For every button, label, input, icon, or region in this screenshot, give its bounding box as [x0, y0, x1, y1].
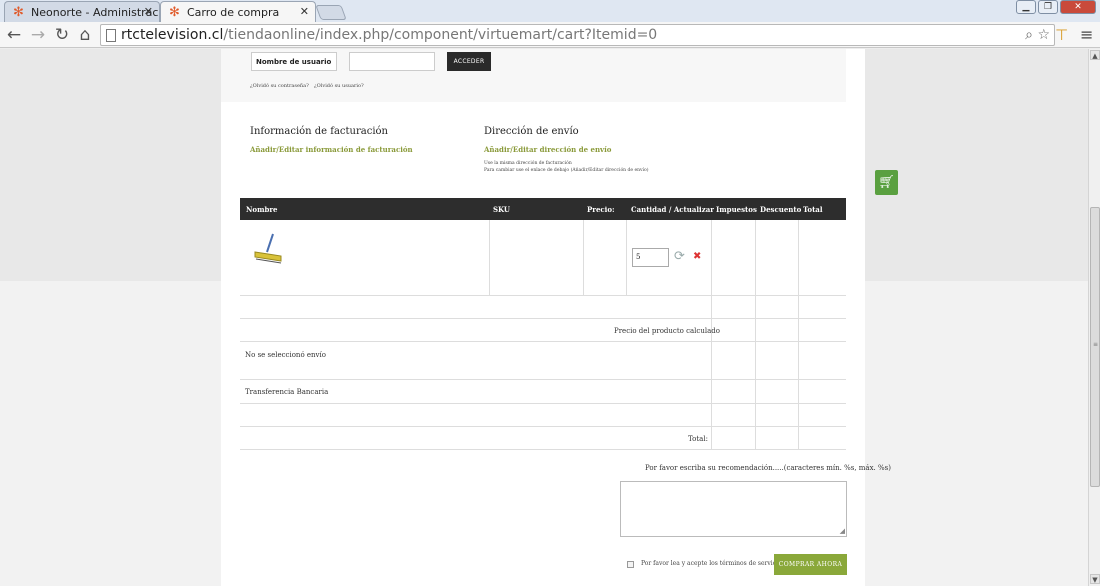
joomla-icon: ✻: [169, 5, 180, 20]
page-scrollbar[interactable]: ▲ ≡ ▼: [1088, 49, 1100, 586]
menu-icon[interactable]: ≡: [1080, 25, 1093, 44]
grid-line: [798, 220, 799, 450]
url-text[interactable]: rtctelevision.cl/tiendaonline/index.php/…: [121, 27, 657, 43]
bookmark-star-icon[interactable]: ☆: [1037, 27, 1050, 43]
browser-tab-cart[interactable]: ✻ Carro de compra ✕: [160, 1, 316, 22]
remove-item-icon[interactable]: ✖: [693, 251, 701, 262]
cart-content: Nombre de usuario ACCEDER ¿Olvidó su con…: [221, 49, 891, 586]
extension-icon[interactable]: ⊤: [1055, 26, 1068, 44]
shipping-title: Dirección de envío: [484, 126, 579, 137]
back-icon[interactable]: ←: [4, 25, 24, 45]
th-name: Nombre: [246, 205, 278, 214]
resize-grip-icon[interactable]: ◢: [840, 527, 845, 535]
comment-textarea[interactable]: ◢: [620, 481, 847, 537]
shipping-note-1: Use la misma dirección de facturación: [484, 161, 572, 166]
grid-line: [240, 403, 846, 404]
new-tab-button[interactable]: [315, 5, 347, 20]
close-icon[interactable]: ✕: [300, 5, 309, 18]
forward-icon[interactable]: →: [28, 25, 48, 45]
login-button[interactable]: ACCEDER: [447, 52, 491, 71]
billing-edit-link[interactable]: Añadir/Editar información de facturación: [250, 145, 413, 154]
th-sku: SKU: [493, 205, 510, 214]
grid-line: [755, 220, 756, 450]
grid-line: [240, 379, 846, 380]
grid-line: [583, 220, 584, 296]
window-close-icon[interactable]: ✕: [1060, 0, 1096, 14]
shipping-method-text: No se seleccionó envío: [245, 351, 326, 359]
shipping-edit-link[interactable]: Añadir/Editar dirección de envío: [484, 145, 611, 154]
scroll-down-icon[interactable]: ▼: [1090, 574, 1100, 584]
minimize-icon[interactable]: ▁: [1016, 0, 1036, 14]
url-host: rtctelevision.cl: [121, 27, 224, 43]
close-icon[interactable]: ✕: [144, 5, 153, 18]
grid-line: [711, 220, 712, 450]
tab-title: Carro de compra: [187, 6, 280, 19]
shopping-cart-icon[interactable]: 🛒︎: [875, 170, 898, 195]
grid-line: [240, 341, 846, 342]
th-discount: Descuento: [760, 205, 802, 214]
product-price-label: Precio del producto calculado: [614, 327, 720, 335]
window-controls: ▁ ❐ ✕: [1016, 0, 1096, 16]
reload-icon[interactable]: ↻: [52, 25, 72, 45]
grid-line: [626, 220, 627, 296]
payment-method-text: Transferencia Bancaria: [245, 388, 329, 396]
url-actions: ⌕ ☆: [1025, 27, 1050, 43]
product-broom-image[interactable]: [251, 232, 291, 264]
tos-checkbox[interactable]: [627, 561, 634, 568]
joomla-icon: ✻: [13, 5, 24, 20]
home-icon[interactable]: ⌂: [75, 25, 95, 45]
grid-line: [240, 295, 846, 296]
browser-toolbar: ← → ↻ ⌂ rtctelevision.cl/tiendaonline/in…: [0, 22, 1100, 48]
zoom-icon[interactable]: ⌕: [1025, 27, 1033, 43]
th-taxes: Impuestos: [716, 205, 757, 214]
scroll-up-icon[interactable]: ▲: [1090, 50, 1100, 60]
address-bar[interactable]: rtctelevision.cl/tiendaonline/index.php/…: [100, 24, 1055, 46]
page-icon: [106, 29, 116, 42]
forgot-username-link[interactable]: ¿Olvidó su usuario?: [314, 83, 364, 89]
tab-title: Neonorte - Administració: [31, 6, 160, 19]
restore-icon[interactable]: ❐: [1038, 0, 1058, 14]
grid-line: [240, 449, 846, 450]
comment-label: Por favor escriba su recomendación.....(…: [645, 464, 891, 472]
grid-line: [240, 426, 846, 427]
username-input[interactable]: Nombre de usuario: [251, 52, 337, 71]
url-path: /tiendaonline/index.php/component/virtue…: [223, 27, 658, 43]
browser-tabstrip: ✻ Neonorte - Administració ✕ ✻ Carro de …: [0, 0, 1100, 22]
billing-title: Información de facturación: [250, 126, 388, 137]
scroll-thumb[interactable]: ≡: [1090, 207, 1100, 487]
th-quantity: Cantidad / Actualizar: [631, 205, 714, 214]
grid-line: [240, 318, 846, 319]
forgot-password-link[interactable]: ¿Olvidó su contraseña?: [250, 83, 309, 89]
page-viewport: Nombre de usuario ACCEDER ¿Olvidó su con…: [0, 49, 1088, 586]
tos-label: Por favor lea y acepte los términos de s…: [641, 560, 784, 567]
grid-line: [489, 220, 490, 296]
browser-tab-neonorte[interactable]: ✻ Neonorte - Administració ✕: [4, 1, 160, 22]
password-input[interactable]: [349, 52, 435, 71]
cart-table-header: Nombre SKU Precio: Cantidad / Actualizar…: [240, 198, 846, 220]
shipping-note-2: Para cambiar use el enlace de debajo (Añ…: [484, 168, 649, 173]
login-module: Nombre de usuario ACCEDER ¿Olvidó su con…: [221, 49, 846, 102]
quantity-input[interactable]: 5: [632, 248, 669, 267]
buy-now-button[interactable]: COMPRAR AHORA: [774, 554, 847, 575]
th-total: Total: [803, 205, 823, 214]
total-label: Total:: [688, 435, 708, 443]
update-quantity-icon[interactable]: ⟳: [674, 249, 685, 264]
th-price: Precio:: [587, 205, 615, 214]
grip-icon: ≡: [1093, 341, 1099, 348]
